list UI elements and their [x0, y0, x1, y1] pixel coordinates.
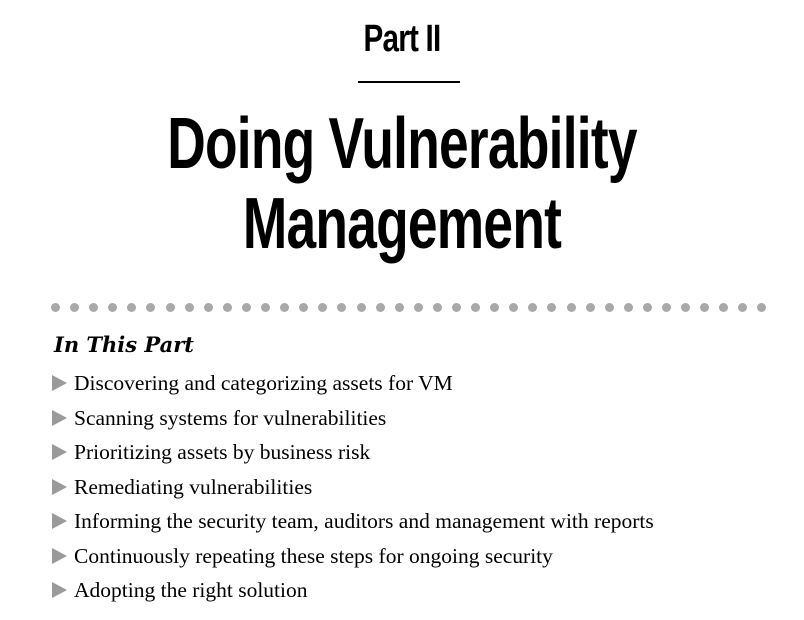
separator-dot — [528, 302, 538, 312]
list-item: Adopting the right solution — [52, 573, 654, 608]
separator-dot — [700, 302, 710, 312]
list-item-text: Scanning systems for vulnerabilities — [74, 405, 387, 430]
list-item: Discovering and categorizing assets for … — [52, 366, 654, 401]
topics-list: Discovering and categorizing assets for … — [52, 366, 654, 608]
separator-dot — [719, 302, 729, 312]
list-item-text: Continuously repeating these steps for o… — [74, 543, 553, 568]
separator-dot — [356, 302, 366, 312]
list-item-text: Informing the security team, auditors an… — [74, 509, 654, 534]
triangle-right-icon — [52, 375, 67, 392]
separator-dot — [394, 302, 404, 312]
separator-dot — [280, 302, 290, 312]
separator-dot — [146, 302, 156, 312]
triangle-right-icon — [52, 478, 67, 495]
separator-dot — [566, 302, 576, 312]
list-item: Prioritizing assets by business risk — [52, 435, 654, 470]
list-item: Informing the security team, auditors an… — [52, 504, 654, 539]
separator-dot — [108, 302, 118, 312]
list-item-text: Remediating vulnerabilities — [74, 474, 313, 499]
list-item: Remediating vulnerabilities — [52, 470, 654, 505]
separator-dot — [184, 302, 194, 312]
separator-dot — [413, 302, 423, 312]
separator-dot — [681, 302, 691, 312]
separator-dot — [662, 302, 671, 312]
separator-dot — [70, 302, 80, 312]
separator-dot — [222, 302, 232, 312]
page-title-line-2: Management — [242, 184, 562, 264]
separator-dot — [451, 302, 461, 312]
section-heading: In This Part — [54, 332, 195, 357]
triangle-right-icon — [52, 547, 67, 564]
separator-dot — [127, 302, 137, 312]
separator-dot — [165, 302, 175, 312]
separator-dot — [509, 302, 519, 312]
separator-dot — [375, 302, 385, 312]
page-title: Doing Vulnerability Management — [105, 104, 700, 264]
separator-dot — [261, 302, 271, 312]
separator-dot — [490, 302, 500, 312]
separator-dot — [757, 302, 767, 312]
separator-dot — [337, 302, 347, 312]
triangle-right-icon — [52, 513, 67, 530]
triangle-right-icon — [52, 582, 67, 599]
separator-dot — [89, 302, 99, 312]
triangle-right-icon — [52, 444, 67, 461]
separator-dot — [203, 302, 213, 312]
separator-dot — [623, 302, 633, 312]
separator-dot — [241, 302, 251, 312]
list-item: Scanning systems for vulnerabilities — [52, 401, 654, 436]
triangle-right-icon — [52, 409, 67, 426]
part-label-underline — [358, 81, 460, 83]
separator-dot — [547, 302, 557, 312]
separator-dot — [299, 302, 309, 312]
separator-dot — [585, 302, 595, 312]
separator-dot — [432, 302, 442, 312]
list-item: Continuously repeating these steps for o… — [52, 539, 654, 574]
list-item-text: Adopting the right solution — [74, 578, 308, 603]
separator-dot — [471, 302, 481, 312]
separator-dot — [642, 302, 652, 312]
separator-dot — [51, 302, 60, 312]
page-title-line-1: Doing Vulnerability — [167, 104, 637, 184]
separator-dot — [738, 302, 748, 312]
list-item-text: Prioritizing assets by business risk — [74, 440, 371, 465]
list-item-text: Discovering and categorizing assets for … — [74, 371, 453, 396]
part-label: Part II — [363, 18, 442, 60]
separator-dot — [604, 302, 614, 312]
dotted-separator — [51, 302, 767, 312]
separator-dot — [318, 302, 328, 312]
